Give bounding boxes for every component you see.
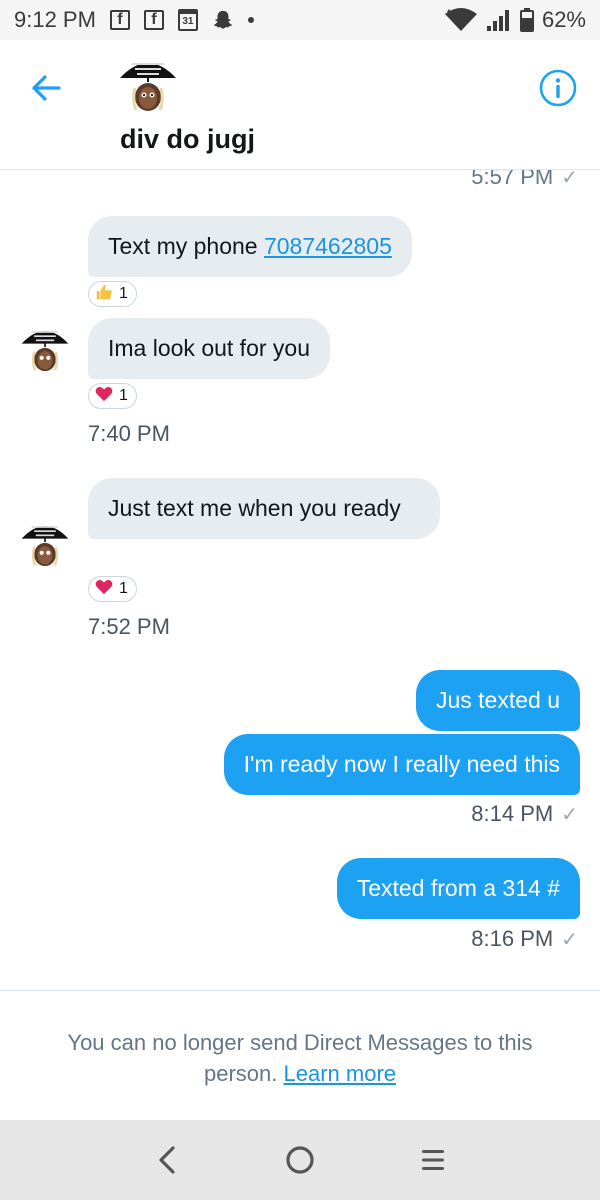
- reaction-badge[interactable]: 1: [88, 383, 137, 409]
- message-timestamp: 5:57 PM ✓: [471, 170, 578, 190]
- facebook-icon: f: [109, 10, 130, 30]
- message-timestamp: 7:40 PM: [88, 421, 170, 446]
- nav-home-button[interactable]: [275, 1135, 325, 1185]
- chevron-left-icon: [159, 1146, 175, 1174]
- heart-icon: [95, 579, 113, 600]
- info-icon: [539, 69, 577, 107]
- outgoing-message[interactable]: I'm ready now I really need this: [223, 734, 580, 795]
- avatar[interactable]: [118, 52, 178, 112]
- outgoing-message[interactable]: Jus texted u: [415, 670, 580, 731]
- avatar[interactable]: [20, 517, 70, 567]
- system-nav-bar: [0, 1120, 600, 1200]
- message-text: Text my phone: [108, 233, 264, 259]
- dm-disabled-notice: You can no longer send Direct Messages t…: [0, 990, 600, 1120]
- back-button[interactable]: [26, 68, 66, 108]
- nav-recents-button[interactable]: [408, 1135, 458, 1185]
- outgoing-message[interactable]: Texted from a 314 #: [336, 858, 580, 919]
- message-text: Jus texted u: [435, 687, 560, 713]
- sent-check-icon: ✓: [561, 928, 578, 951]
- dot-icon: [247, 17, 254, 23]
- back-arrow-icon: [32, 75, 61, 101]
- menu-lines-icon: [422, 1150, 445, 1170]
- message-text: Texted from a 314 #: [356, 875, 560, 901]
- message-timestamp: 8:16 PM ✓: [471, 926, 578, 951]
- reaction-count: 1: [119, 580, 128, 597]
- incoming-message[interactable]: Just text me when you ready: [88, 478, 440, 539]
- info-button[interactable]: [538, 68, 578, 108]
- facebook-icon: f: [143, 10, 164, 30]
- message-text: I'm ready now I really need this: [243, 751, 560, 777]
- learn-more-link[interactable]: Learn more: [284, 1061, 397, 1086]
- wifi-icon: [444, 8, 478, 32]
- sent-check-icon: ✓: [561, 803, 578, 826]
- status-time: 9:12 PM: [14, 7, 96, 32]
- message-timestamp: 8:14 PM ✓: [471, 801, 578, 826]
- battery-icon: [519, 8, 534, 32]
- home-circle-icon: [286, 1146, 314, 1174]
- message-text: Just text me when you ready: [108, 495, 401, 521]
- reaction-count: 1: [119, 285, 128, 302]
- reaction-count: 1: [119, 387, 128, 404]
- incoming-message[interactable]: Text my phone 7087462805: [88, 216, 412, 277]
- signal-icon: [486, 8, 512, 32]
- calendar-icon: 31: [177, 9, 198, 31]
- nav-back-button[interactable]: [142, 1135, 192, 1185]
- conversation-header: div do jugj: [0, 40, 600, 170]
- reaction-badge[interactable]: 1: [88, 281, 137, 307]
- snapchat-icon: [212, 9, 234, 31]
- thumbs-up-icon: [95, 283, 113, 306]
- incoming-message[interactable]: Ima look out for you: [88, 318, 330, 379]
- message-list[interactable]: 5:57 PM ✓ Text my phone 7087462805 1 Ima …: [0, 170, 600, 990]
- conversation-title[interactable]: div do jugj: [120, 124, 255, 155]
- message-text: Ima look out for you: [108, 335, 310, 361]
- battery-percent: 62%: [541, 7, 586, 32]
- message-timestamp: 7:52 PM: [88, 614, 170, 639]
- avatar[interactable]: [20, 322, 70, 372]
- heart-icon: [95, 386, 113, 407]
- phone-link[interactable]: 7087462805: [264, 233, 392, 259]
- reaction-badge[interactable]: 1: [88, 576, 137, 602]
- sent-check-icon: ✓: [561, 170, 578, 189]
- status-bar: 9:12 PM f f 31 62%: [0, 0, 600, 40]
